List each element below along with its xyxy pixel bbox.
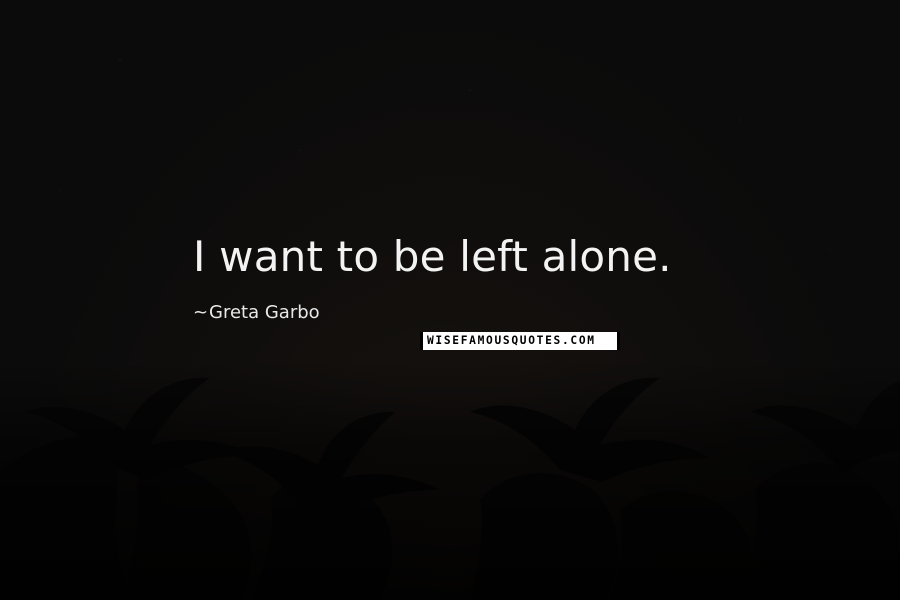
quote-image: I want to be left alone. ~ Greta Garbo W… [0, 0, 900, 600]
dash-icon: ~ [193, 301, 209, 323]
starry-sky [0, 0, 900, 600]
wisefamousquotes-watermark: WISEFAMOUSQUOTES.COM [420, 332, 620, 350]
author-row: ~ Greta Garbo [193, 302, 320, 323]
author-name: Greta Garbo [209, 302, 320, 323]
quote-text: I want to be left alone. [193, 232, 672, 281]
